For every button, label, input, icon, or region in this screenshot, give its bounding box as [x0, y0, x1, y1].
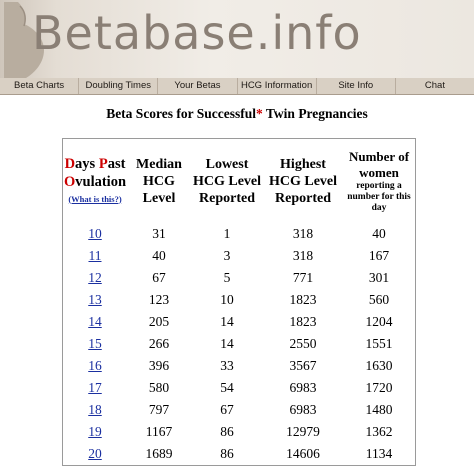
table-row: 14 205 14 1823 1204	[63, 311, 415, 333]
dpo-link[interactable]: 13	[88, 292, 102, 307]
header-median: Median HCG Level	[136, 156, 182, 206]
median-cell: 396	[148, 358, 170, 373]
table-row: 18 797 67 6983 1480	[63, 399, 415, 421]
lowest-cell: 5	[223, 270, 231, 285]
highest-cell: 2550	[289, 336, 317, 351]
table-row: 15 266 14 2550 1551	[63, 333, 415, 355]
nav-hcg-information[interactable]: HCG Information	[236, 78, 316, 94]
title-asterisk: *	[256, 106, 263, 121]
header-highest: Highest HCG Level Reported	[268, 156, 338, 206]
nav-beta-charts[interactable]: Beta Charts	[0, 78, 78, 94]
site-banner: Betabase.info	[0, 0, 474, 79]
median-cell: 67	[152, 270, 166, 285]
table-row: 10 31 1 318 40	[63, 223, 415, 245]
what-is-this-link[interactable]: (What is this?)	[63, 191, 127, 208]
title-text: Beta Scores for Successful	[106, 106, 257, 121]
header-number-of-women: Number of women reporting a number for t…	[343, 139, 415, 223]
count-cell: 1720	[365, 380, 393, 395]
median-cell: 123	[148, 292, 170, 307]
header-letter-o: O	[63, 173, 76, 190]
dpo-link[interactable]: 20	[88, 446, 102, 461]
count-cell: 1204	[365, 314, 393, 329]
median-cell: 205	[148, 314, 170, 329]
highest-cell: 14606	[286, 446, 320, 461]
nav-bar: Beta Charts Doubling Times Your Betas HC…	[0, 78, 474, 95]
table-row: 13 123 10 1823 560	[63, 289, 415, 311]
table-row: 17 580 54 6983 1720	[63, 377, 415, 399]
lowest-cell: 14	[220, 314, 234, 329]
lowest-cell: 33	[220, 358, 234, 373]
count-cell: 560	[368, 292, 390, 307]
header-letter-p: P	[98, 155, 108, 172]
count-cell: 167	[368, 248, 390, 263]
count-cell: 1134	[365, 446, 393, 461]
dpo-link[interactable]: 11	[89, 248, 102, 263]
lowest-cell: 67	[220, 402, 234, 417]
title-suffix: Twin Pregnancies	[262, 106, 368, 121]
lowest-cell: 14	[220, 336, 234, 351]
nav-site-info[interactable]: Site Info	[315, 78, 395, 94]
median-cell: 580	[148, 380, 170, 395]
highest-cell: 6983	[289, 380, 317, 395]
dpo-link[interactable]: 15	[88, 336, 102, 351]
table-header-row: Days Past Ovulation (What is this?) Medi…	[63, 139, 415, 223]
highest-cell: 1823	[289, 314, 317, 329]
page-title: Beta Scores for Successful* Twin Pregnan…	[0, 106, 474, 122]
median-cell: 797	[148, 402, 170, 417]
lowest-cell: 1	[223, 226, 231, 241]
highest-cell: 3567	[289, 358, 317, 373]
highest-cell: 6983	[289, 402, 317, 417]
header-letter-d: D	[64, 155, 76, 172]
header-text-vulation: vulation	[75, 173, 127, 190]
beta-scores-table: Days Past Ovulation (What is this?) Medi…	[62, 138, 416, 466]
dpo-link[interactable]: 17	[88, 380, 102, 395]
count-cell: 40	[372, 226, 386, 241]
lowest-cell: 3	[223, 248, 231, 263]
table-row: 20 1689 86 14606 1134	[63, 443, 415, 465]
nav-chat[interactable]: Chat	[394, 78, 474, 94]
median-cell: 31	[152, 226, 166, 241]
nav-your-betas[interactable]: Your Betas	[157, 78, 236, 94]
nav-doubling-times[interactable]: Doubling Times	[78, 78, 157, 94]
median-cell: 40	[152, 248, 166, 263]
highest-cell: 318	[292, 226, 314, 241]
dpo-link[interactable]: 10	[88, 226, 102, 241]
dpo-link[interactable]: 12	[88, 270, 102, 285]
header-number-of-women-main: Number of women	[348, 148, 410, 180]
table-row: 16 396 33 3567 1630	[63, 355, 415, 377]
site-logo[interactable]: Betabase.info	[32, 6, 362, 60]
highest-cell: 1823	[289, 292, 317, 307]
lowest-cell: 86	[220, 446, 234, 461]
header-text-ast: ast	[107, 155, 126, 172]
dpo-link[interactable]: 18	[88, 402, 102, 417]
count-cell: 1480	[365, 402, 393, 417]
header-number-of-women-sub: reporting a number for this day	[347, 180, 411, 213]
dpo-link[interactable]: 14	[88, 314, 102, 329]
highest-cell: 318	[292, 248, 314, 263]
count-cell: 1551	[365, 336, 393, 351]
dpo-link[interactable]: 16	[88, 358, 102, 373]
lowest-cell: 10	[220, 292, 234, 307]
header-text-ays: ays	[75, 155, 99, 172]
table-row: 11 40 3 318 167	[63, 245, 415, 267]
table-row: 12 67 5 771 301	[63, 267, 415, 289]
header-days-past-ovulation: Days Past Ovulation (What is this?)	[63, 139, 127, 223]
count-cell: 301	[368, 270, 390, 285]
count-cell: 1630	[365, 358, 393, 373]
lowest-cell: 54	[220, 380, 234, 395]
median-cell: 1689	[145, 446, 173, 461]
median-cell: 266	[148, 336, 170, 351]
highest-cell: 771	[292, 270, 314, 285]
dpo-link[interactable]: 19	[88, 424, 102, 439]
header-lowest: Lowest HCG Level Reported	[192, 156, 262, 206]
